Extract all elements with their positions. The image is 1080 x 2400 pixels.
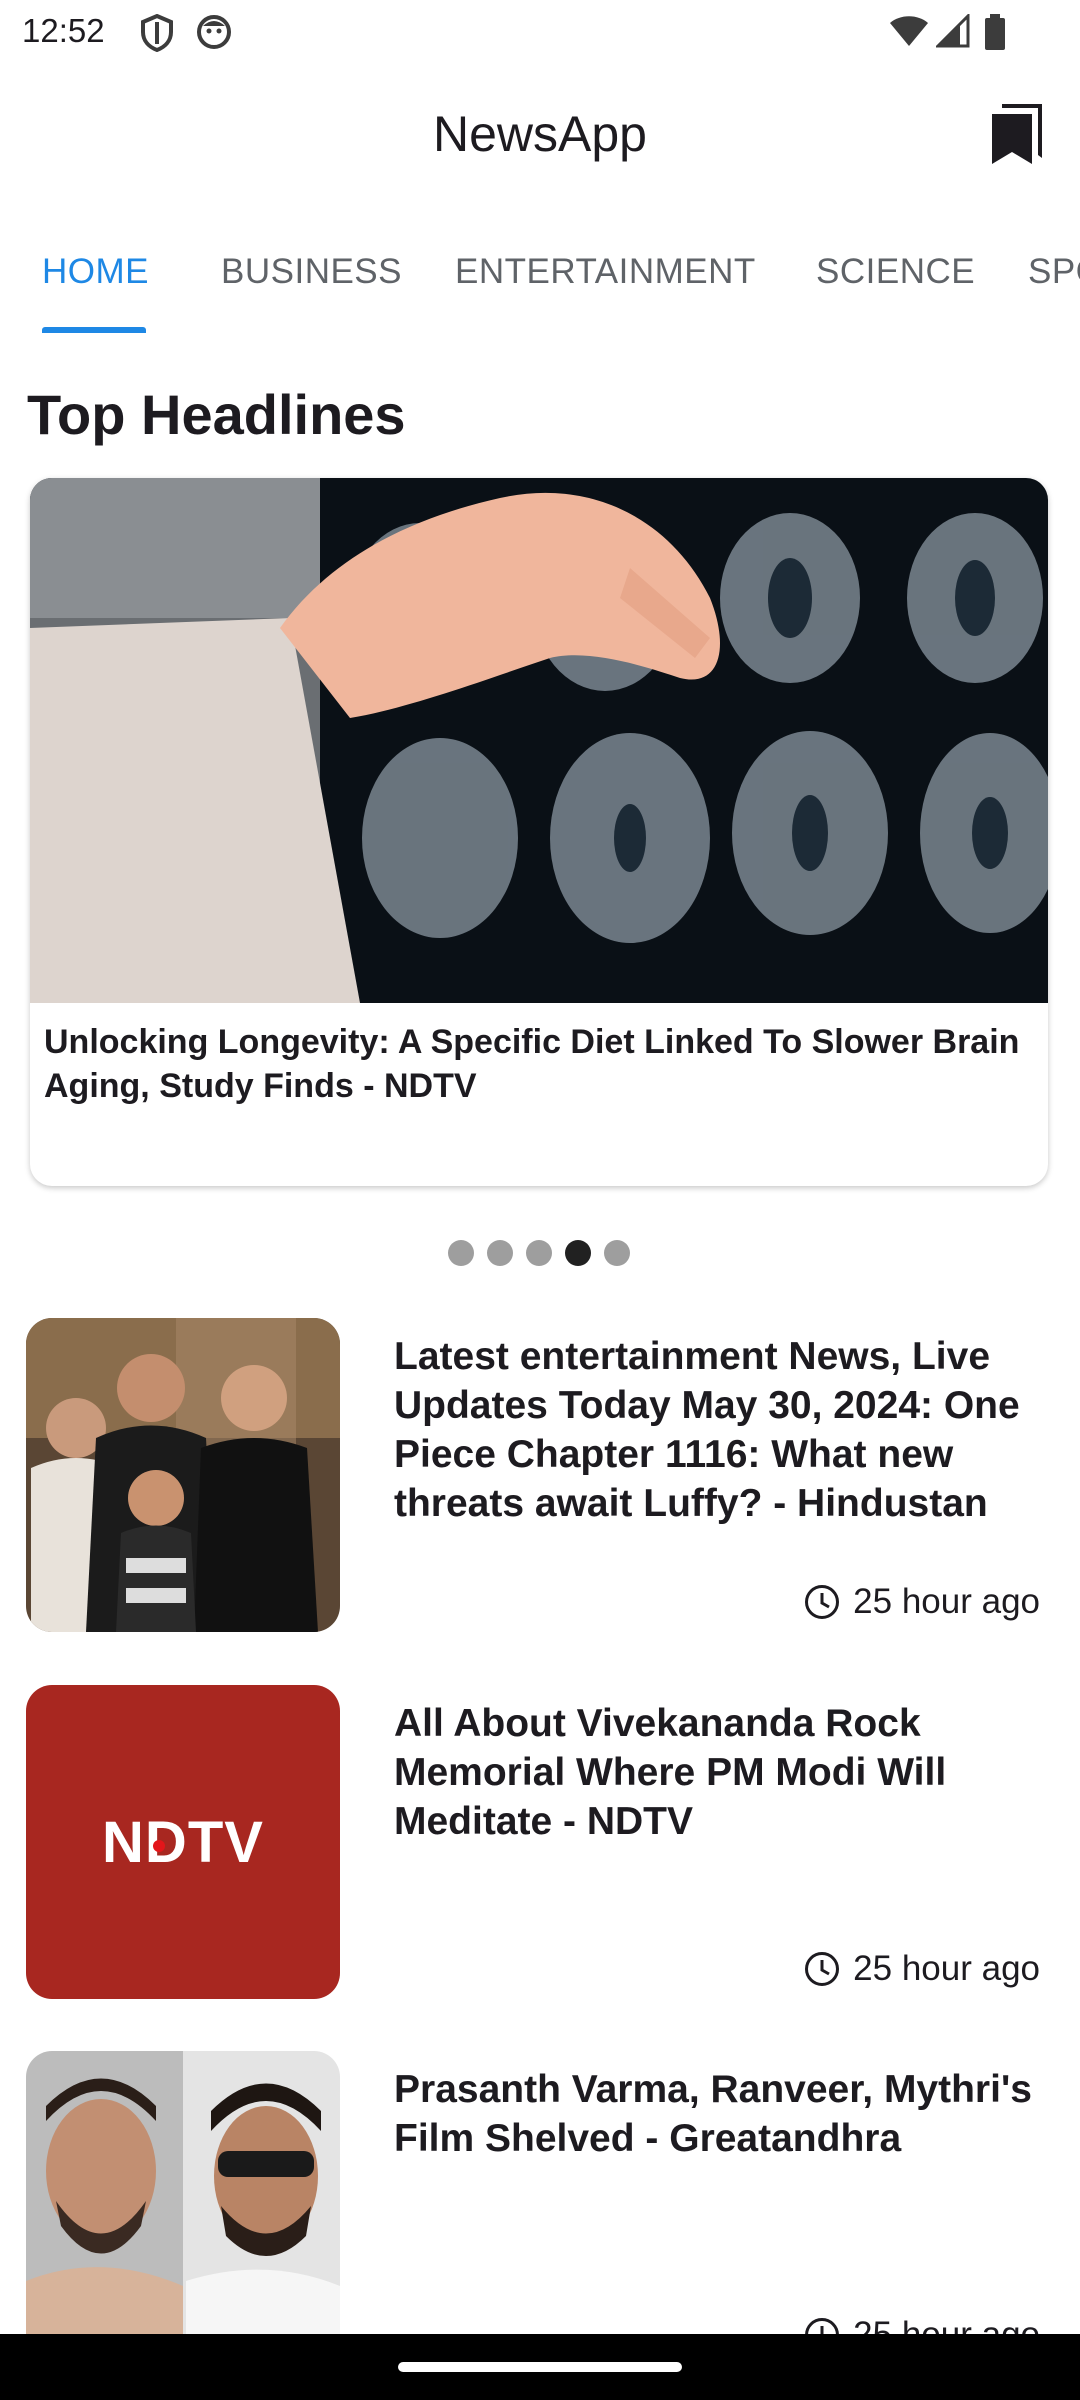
home-gesture-handle[interactable] xyxy=(398,2362,682,2372)
face-icon xyxy=(197,15,231,49)
shield-icon xyxy=(141,14,173,52)
tab-sports[interactable]: SPORTS xyxy=(1028,252,1080,292)
pager-dot[interactable] xyxy=(448,1240,474,1266)
article-item[interactable]: Prasanth Varma, Ranveer, Mythri's Film S… xyxy=(0,2051,1080,2391)
tab-science[interactable]: SCIENCE xyxy=(816,252,975,292)
brain-scan-image xyxy=(30,478,1048,1003)
app-title: NewsApp xyxy=(433,106,647,162)
article-time-label: 25 hour ago xyxy=(853,1949,1040,1988)
pager-dot[interactable] xyxy=(487,1240,513,1266)
bookmarks-icon xyxy=(992,104,1042,164)
category-tabs: HOME BUSINESS ENTERTAINMENT SCIENCE SPOR… xyxy=(0,236,1080,336)
status-bar: 12:52 xyxy=(0,0,1080,66)
navigation-bar xyxy=(0,2334,1080,2400)
tab-indicator xyxy=(42,327,146,333)
article-time: 25 hour ago xyxy=(803,1580,1040,1624)
article-thumbnail xyxy=(26,1318,340,1632)
tab-home[interactable]: HOME xyxy=(42,252,149,292)
article-title: Latest entertainment News, Live Updates … xyxy=(394,1335,1020,1525)
bookmarks-button[interactable] xyxy=(988,102,1046,166)
family-photo xyxy=(26,1318,340,1632)
article-thumbnail: NDTV xyxy=(26,1685,340,1999)
clock-icon xyxy=(805,1585,840,1619)
pager-dot[interactable] xyxy=(526,1240,552,1266)
article-item[interactable]: NDTV All About Vivekananda Rock Memorial… xyxy=(0,1685,1080,2005)
wifi-icon xyxy=(890,16,928,46)
tab-business[interactable]: BUSINESS xyxy=(221,252,402,292)
tab-entertainment[interactable]: ENTERTAINMENT xyxy=(455,252,756,292)
pager-dot[interactable] xyxy=(604,1240,630,1266)
headline-title: Unlocking Longevity: A Specific Diet Lin… xyxy=(44,1023,1020,1105)
article-item[interactable]: Latest entertainment News, Live Updates … xyxy=(0,1318,1080,1638)
battery-icon xyxy=(985,14,1005,50)
pager-dot-active[interactable] xyxy=(565,1240,591,1266)
headline-card[interactable]: Unlocking Longevity: A Specific Diet Lin… xyxy=(30,478,1048,1186)
article-title: All About Vivekananda Rock Memorial Wher… xyxy=(394,1702,947,1843)
article-time: 25 hour ago xyxy=(803,1947,1040,1991)
status-time: 12:52 xyxy=(22,12,105,49)
clock-icon xyxy=(805,1952,840,1986)
article-time-label: 25 hour ago xyxy=(853,1582,1040,1621)
section-title: Top Headlines xyxy=(27,383,406,446)
signal-icon xyxy=(936,14,970,48)
article-title: Prasanth Varma, Ranveer, Mythri's Film S… xyxy=(394,2068,1032,2160)
ndtv-logo: NDTV xyxy=(102,1810,264,1875)
ndtv-logo-dot xyxy=(153,1840,165,1852)
